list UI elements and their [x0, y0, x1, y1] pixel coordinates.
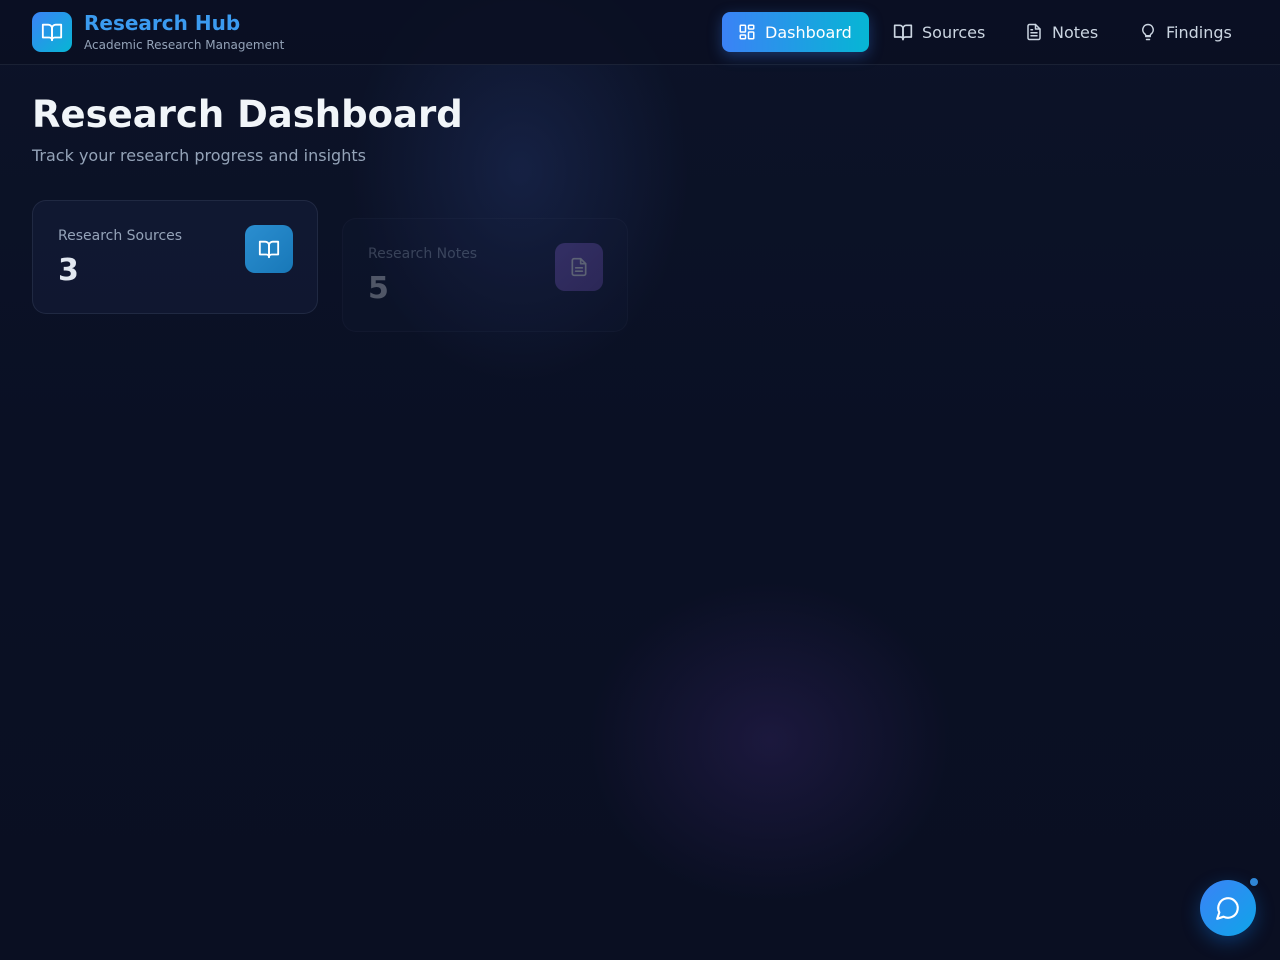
- nav-findings-label: Findings: [1166, 22, 1232, 42]
- book-open-icon: [893, 24, 913, 41]
- chat-bubble-icon: [1216, 897, 1239, 920]
- book-open-icon: [41, 23, 63, 42]
- stat-card-sources: Research Sources 3: [32, 200, 318, 314]
- nav-sources[interactable]: Sources: [893, 12, 985, 52]
- stat-value: 5: [368, 271, 389, 306]
- nav-notes-label: Notes: [1052, 22, 1099, 42]
- page-subtitle: Track your research progress and insight…: [32, 146, 366, 165]
- notification-dot: [1248, 876, 1260, 888]
- stat-icon-box: [245, 225, 293, 273]
- stat-label: Research Sources: [58, 228, 183, 244]
- grid-icon: [739, 24, 755, 40]
- chat-button[interactable]: [1200, 880, 1256, 936]
- stat-value: 3: [58, 253, 79, 288]
- book-open-icon: [258, 240, 280, 259]
- nav-dashboard-label: Dashboard: [765, 22, 852, 42]
- stat-icon-box: [555, 243, 603, 291]
- nav-sources-label: Sources: [922, 22, 986, 42]
- nav-findings[interactable]: Findings: [1139, 12, 1232, 52]
- lightbulb-icon: [1142, 23, 1154, 41]
- page-title: Research Dashboard: [32, 93, 463, 136]
- stat-card-notes: Research Notes 5: [342, 218, 628, 332]
- brand-logo[interactable]: [32, 12, 72, 52]
- nav-notes[interactable]: Notes: [1025, 12, 1098, 52]
- top-header: Research Hub Academic Research Managemen…: [0, 0, 1280, 65]
- document-icon: [571, 257, 587, 277]
- app-title: Research Hub: [84, 11, 241, 35]
- document-icon: [1027, 23, 1041, 41]
- stat-label: Research Notes: [368, 246, 478, 262]
- nav-dashboard[interactable]: Dashboard: [722, 12, 869, 52]
- app-subtitle: Academic Research Management: [84, 38, 285, 52]
